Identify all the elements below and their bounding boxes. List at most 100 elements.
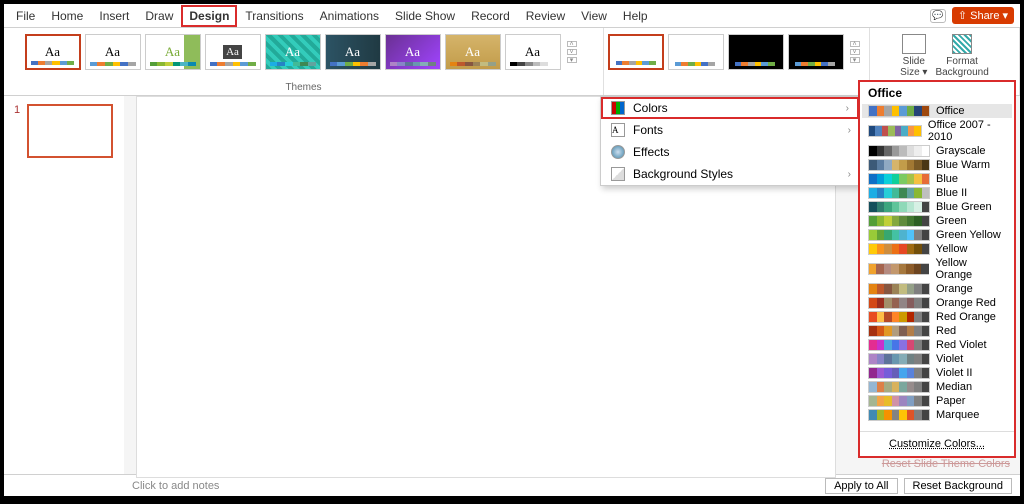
variant-thumb[interactable] <box>608 34 664 70</box>
ribbon-tabs: File Home Insert Draw Design Transitions… <box>4 4 1020 28</box>
theme-thumb[interactable]: Aa <box>85 34 141 70</box>
color-scheme[interactable]: Marquee <box>862 408 1012 422</box>
share-label: Share <box>970 10 999 22</box>
comments-icon[interactable]: 💬 <box>930 9 946 23</box>
color-schemes-flyout: Office OfficeOffice 2007 - 2010Grayscale… <box>858 80 1016 458</box>
scheme-name: Red Violet <box>936 339 987 351</box>
color-scheme[interactable]: Office <box>862 104 1012 118</box>
reset-background-button[interactable]: Reset Background <box>904 478 1013 494</box>
theme-thumb[interactable]: Aa <box>325 34 381 70</box>
color-scheme[interactable]: Green Yellow <box>862 228 1012 242</box>
variants-group: ˄ ˅ ▾ <box>604 28 870 95</box>
dropdown-colors[interactable]: Colors › <box>601 97 859 119</box>
apply-to-all-button[interactable]: Apply to All <box>825 478 897 494</box>
variants-more[interactable]: ˄ ˅ ▾ <box>850 34 866 70</box>
themes-group: Aa Aa Aa Aa Aa Aa Aa <box>4 28 604 95</box>
scheme-name: Violet II <box>936 367 973 379</box>
scheme-swatch <box>868 105 930 117</box>
theme-thumb[interactable]: Aa <box>205 34 261 70</box>
slide-thumbnail[interactable] <box>27 104 113 158</box>
dropdown-effects[interactable]: Effects <box>601 141 859 163</box>
theme-thumb[interactable]: Aa <box>505 34 561 70</box>
scheme-swatch <box>868 339 930 351</box>
tab-record[interactable]: Record <box>463 5 518 27</box>
chevron-right-icon: › <box>848 125 851 136</box>
chevron-right-icon: › <box>846 103 849 114</box>
theme-gallery-more[interactable]: ˄ ˅ ▾ <box>567 34 583 70</box>
scheme-name: Median <box>936 381 972 393</box>
color-scheme[interactable]: Violet II <box>862 366 1012 380</box>
color-scheme[interactable]: Green <box>862 214 1012 228</box>
slide-size-icon <box>902 34 926 54</box>
scheme-swatch <box>868 381 930 393</box>
tab-transitions[interactable]: Transitions <box>237 5 311 27</box>
color-scheme[interactable]: Office 2007 - 2010 <box>862 118 1012 144</box>
scheme-name: Yellow <box>936 243 967 255</box>
scheme-list: OfficeOffice 2007 - 2010GrayscaleBlue Wa… <box>860 104 1014 431</box>
scheme-swatch <box>868 201 930 213</box>
scheme-swatch <box>868 325 930 337</box>
tab-home[interactable]: Home <box>43 5 91 27</box>
dropdown-fonts[interactable]: A Fonts › <box>601 119 859 141</box>
scheme-name: Violet <box>936 353 963 365</box>
color-scheme[interactable]: Red Orange <box>862 310 1012 324</box>
tab-insert[interactable]: Insert <box>91 5 137 27</box>
tab-design[interactable]: Design <box>181 5 237 27</box>
theme-thumb[interactable]: Aa <box>445 34 501 70</box>
variants-gallery: ˄ ˅ ▾ <box>608 30 866 70</box>
chevron-down-icon: ˅ <box>850 49 860 55</box>
color-scheme[interactable]: Median <box>862 380 1012 394</box>
scheme-swatch <box>868 353 930 365</box>
tab-file[interactable]: File <box>8 5 43 27</box>
scheme-name: Blue <box>936 173 958 185</box>
chevron-right-icon: › <box>848 169 851 180</box>
scheme-name: Blue II <box>936 187 967 199</box>
variant-thumb[interactable] <box>788 34 844 70</box>
scheme-name: Green <box>936 215 967 227</box>
background-styles-icon <box>611 167 625 181</box>
dropdown-background-styles[interactable]: Background Styles › <box>601 163 859 185</box>
variant-thumb[interactable] <box>668 34 724 70</box>
theme-thumb[interactable]: Aa <box>385 34 441 70</box>
scheme-name: Blue Warm <box>936 159 990 171</box>
color-scheme[interactable]: Paper <box>862 394 1012 408</box>
tab-view[interactable]: View <box>573 5 615 27</box>
color-scheme[interactable]: Blue II <box>862 186 1012 200</box>
color-scheme[interactable]: Orange Red <box>862 296 1012 310</box>
theme-thumb[interactable]: Aa <box>25 34 81 70</box>
scheme-swatch <box>868 187 930 199</box>
scheme-name: Green Yellow <box>936 229 1001 241</box>
scheme-swatch <box>868 395 930 407</box>
chevron-up-icon: ˄ <box>567 41 577 47</box>
color-scheme[interactable]: Blue Green <box>862 200 1012 214</box>
tab-help[interactable]: Help <box>615 5 656 27</box>
variants-dropdown: Colors › A Fonts › Effects Background St… <box>600 96 860 186</box>
theme-thumb[interactable]: Aa <box>265 34 321 70</box>
theme-thumb[interactable]: Aa <box>145 34 201 70</box>
color-scheme[interactable]: Yellow Orange <box>862 256 1012 282</box>
tab-review[interactable]: Review <box>518 5 573 27</box>
color-scheme[interactable]: Grayscale <box>862 144 1012 158</box>
scheme-name: Red <box>936 325 956 337</box>
color-scheme[interactable]: Blue Warm <box>862 158 1012 172</box>
color-scheme[interactable]: Yellow <box>862 242 1012 256</box>
format-background-button[interactable]: Format Background <box>935 34 988 78</box>
scheme-swatch <box>868 159 930 171</box>
notes-placeholder[interactable]: Click to add notes <box>12 480 219 492</box>
tab-draw[interactable]: Draw <box>137 5 181 27</box>
expand-icon: ▾ <box>567 57 577 63</box>
chevron-down-icon: ▾ <box>1002 9 1008 22</box>
color-scheme[interactable]: Orange <box>862 282 1012 296</box>
share-button[interactable]: ⇧ Share ▾ <box>952 7 1014 24</box>
color-scheme[interactable]: Red Violet <box>862 338 1012 352</box>
scheme-swatch <box>868 297 930 309</box>
variant-thumb[interactable] <box>728 34 784 70</box>
color-scheme[interactable]: Red <box>862 324 1012 338</box>
customize-colors[interactable]: Customize Colors... <box>860 431 1014 456</box>
tab-slideshow[interactable]: Slide Show <box>387 5 463 27</box>
reset-theme-colors[interactable]: Reset Slide Theme Colors <box>882 458 1010 470</box>
tab-animations[interactable]: Animations <box>312 5 387 27</box>
slide-size-button[interactable]: Slide Size ▾ <box>900 34 927 78</box>
color-scheme[interactable]: Blue <box>862 172 1012 186</box>
color-scheme[interactable]: Violet <box>862 352 1012 366</box>
